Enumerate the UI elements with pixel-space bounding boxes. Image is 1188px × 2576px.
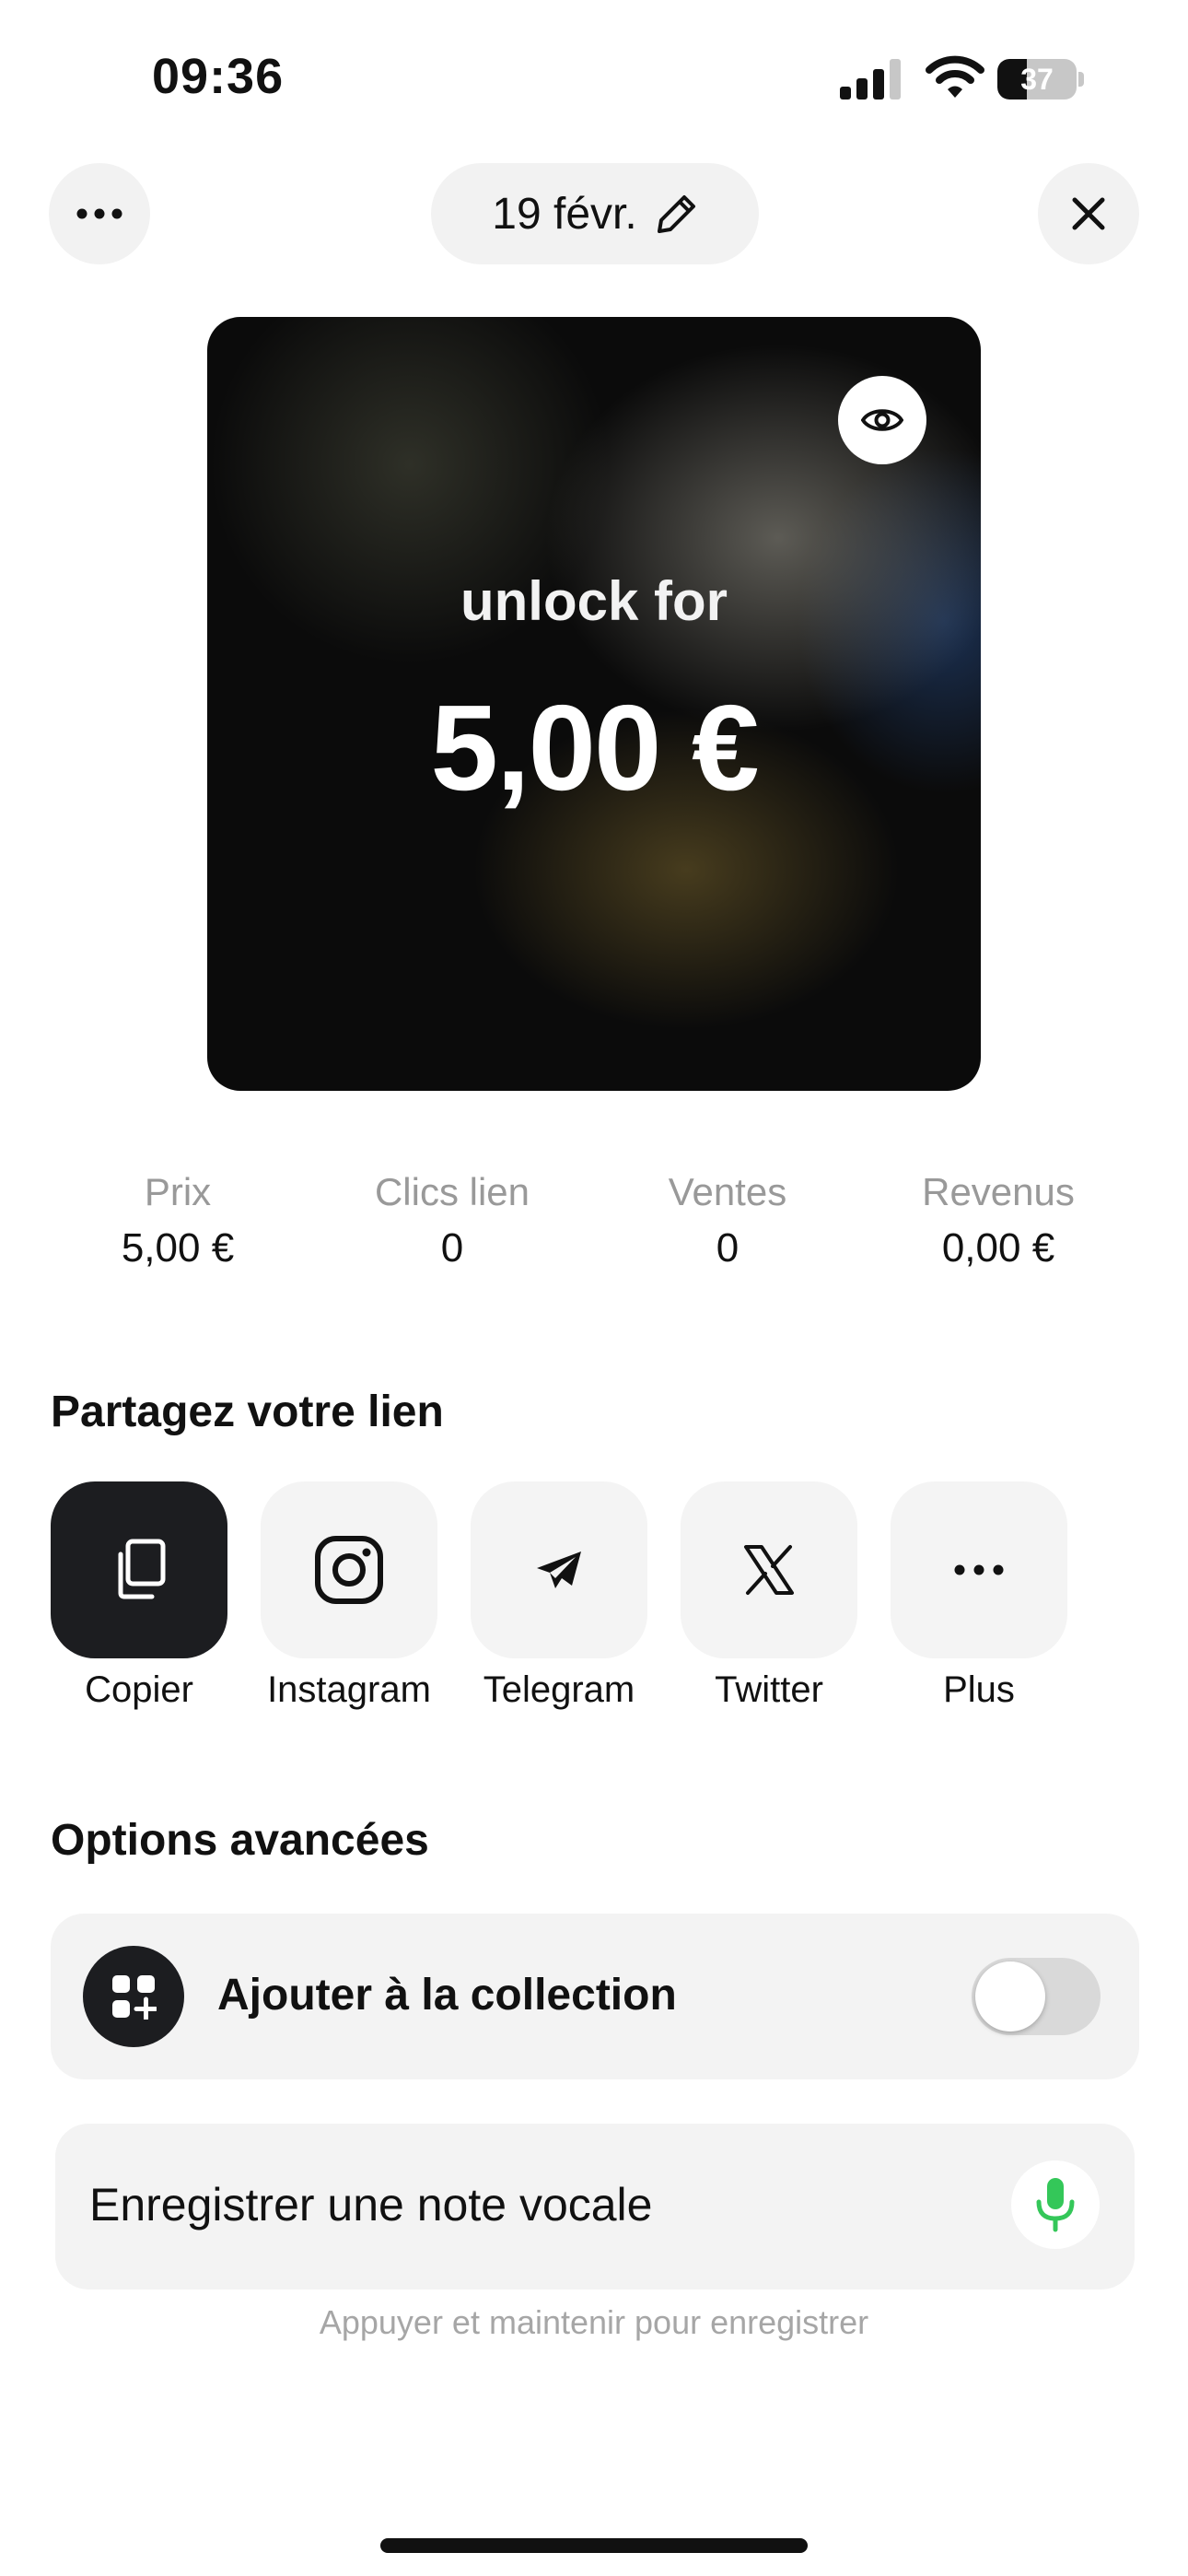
status-time: 09:36 (152, 49, 285, 104)
microphone-icon (1036, 2178, 1075, 2232)
advanced-section-title: Options avancées (51, 1816, 429, 1865)
x-icon (744, 1545, 794, 1595)
battery-level-text: 37 (1020, 63, 1054, 96)
record-voice-button[interactable] (1011, 2160, 1100, 2249)
close-button[interactable] (1038, 163, 1139, 264)
stat-prix: Prix 5,00 € (49, 1170, 307, 1271)
share-section-title: Partagez votre lien (51, 1388, 444, 1436)
collection-add-icon (83, 1946, 184, 2047)
unlock-price: 5,00 € (430, 680, 760, 815)
share-more-label: Plus (943, 1669, 1015, 1710)
share-copy-button[interactable] (51, 1481, 227, 1658)
share-more-button[interactable] (891, 1481, 1067, 1658)
wifi-icon (926, 55, 984, 100)
cellular-signal-icon (840, 59, 904, 100)
stat-ventes: Ventes 0 (599, 1170, 856, 1271)
share-copy-label: Copier (85, 1669, 193, 1710)
stat-label: Prix (144, 1170, 212, 1213)
close-icon (1072, 197, 1105, 230)
stat-clics-lien: Clics lien 0 (323, 1170, 581, 1271)
share-instagram-button[interactable] (261, 1481, 437, 1658)
more-options-button[interactable] (49, 163, 150, 264)
voice-note-label: Enregistrer une note vocale (89, 2179, 653, 2231)
share-twitter-label: Twitter (715, 1669, 823, 1710)
more-icon (954, 1564, 1004, 1575)
toggle-preview-button[interactable] (838, 376, 926, 464)
unlock-label: unlock for (460, 570, 728, 632)
share-telegram-button[interactable] (471, 1481, 647, 1658)
eye-icon (861, 409, 903, 431)
copy-icon (118, 1539, 166, 1599)
date-label: 19 févr. (492, 189, 637, 239)
more-icon (76, 208, 122, 219)
battery-icon: 37 (997, 59, 1084, 100)
instagram-icon (315, 1536, 383, 1604)
stat-label: Ventes (668, 1170, 787, 1213)
stat-label: Revenus (922, 1170, 1075, 1213)
stat-label: Clics lien (374, 1170, 530, 1213)
stat-value: 0 (440, 1225, 464, 1270)
share-telegram-label: Telegram (483, 1669, 635, 1710)
stat-value: 0,00 € (941, 1225, 1055, 1270)
home-indicator[interactable] (380, 2538, 808, 2553)
telegram-icon (537, 1551, 581, 1588)
pencil-icon (657, 195, 695, 233)
stat-value: 5,00 € (121, 1225, 235, 1270)
share-instagram-label: Instagram (267, 1669, 431, 1710)
add-to-collection-label: Ajouter à la collection (217, 1971, 677, 2020)
voice-note-hint: Appuyer et maintenir pour enregistrer (319, 2303, 869, 2341)
date-edit-button[interactable]: 19 févr. (431, 163, 759, 264)
share-twitter-button[interactable] (681, 1481, 857, 1658)
stat-value: 0 (716, 1225, 740, 1270)
stat-revenus: Revenus 0,00 € (869, 1170, 1127, 1271)
toggle-knob (975, 1961, 1045, 2032)
add-to-collection-toggle[interactable] (972, 1958, 1101, 2035)
